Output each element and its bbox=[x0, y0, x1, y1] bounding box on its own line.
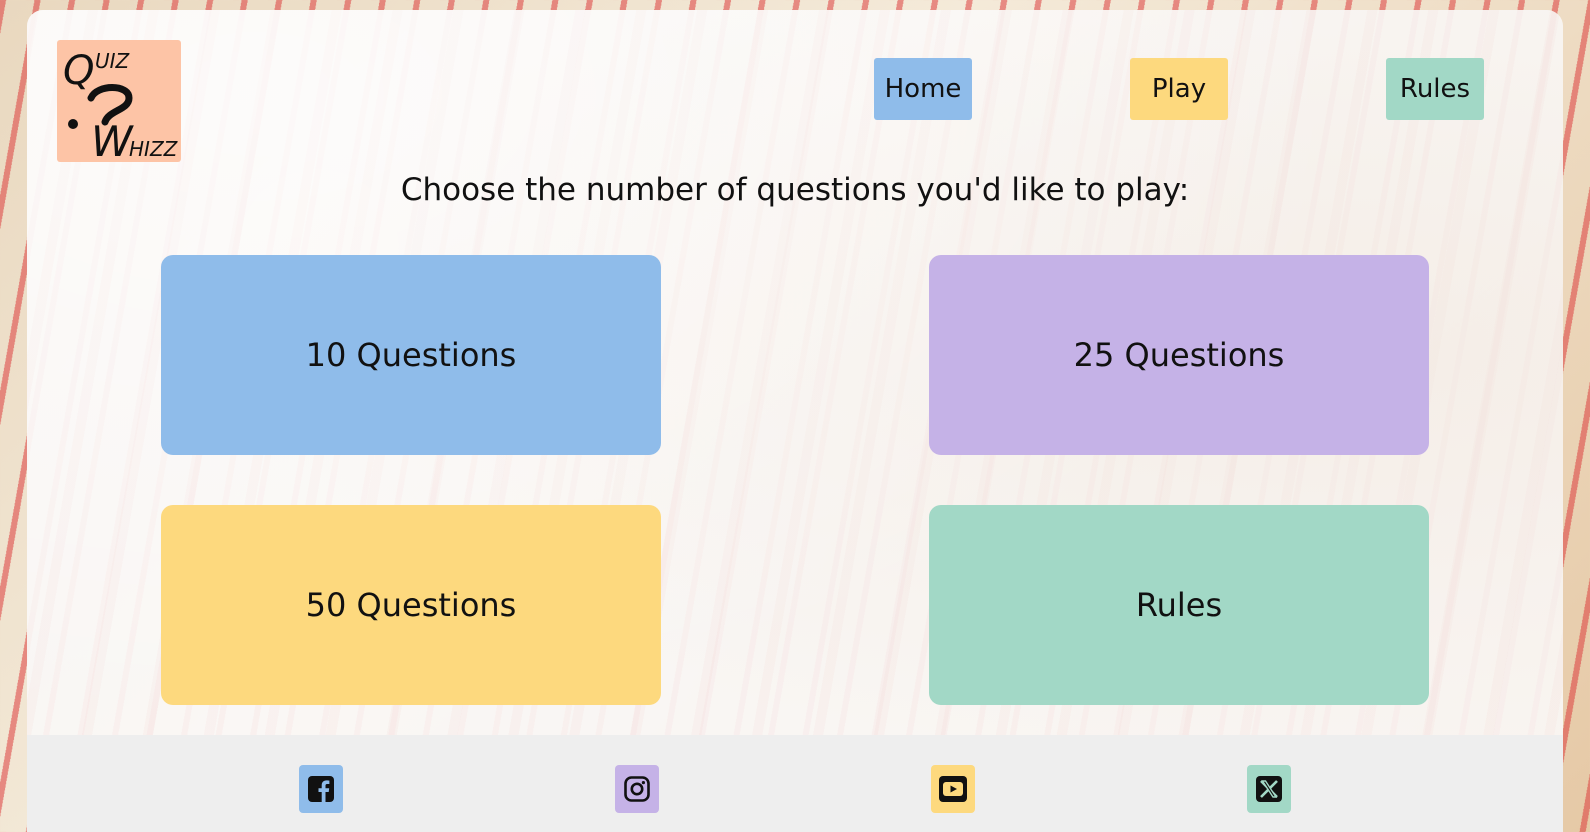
choice-25-questions-button[interactable]: 25 Questions bbox=[929, 255, 1429, 455]
svg-text:W: W bbox=[91, 117, 134, 162]
instagram-link[interactable] bbox=[615, 765, 659, 813]
choice-rules-button[interactable]: Rules bbox=[929, 505, 1429, 705]
footer bbox=[27, 735, 1563, 832]
choice-10-questions-button[interactable]: 10 Questions bbox=[161, 255, 661, 455]
nav-rules-button[interactable]: Rules bbox=[1386, 58, 1484, 120]
svg-text:HIZZ: HIZZ bbox=[129, 137, 179, 161]
instagram-icon bbox=[624, 776, 650, 802]
facebook-icon bbox=[308, 776, 334, 802]
nav-play-button[interactable]: Play bbox=[1130, 58, 1228, 120]
x-twitter-icon bbox=[1256, 776, 1282, 802]
logo-image: Q UIZ W HIZZ bbox=[63, 48, 179, 162]
choice-50-questions-button[interactable]: 50 Questions bbox=[161, 505, 661, 705]
main-card: Q UIZ W HIZZ Home Play Rules Choose the … bbox=[27, 10, 1563, 832]
svg-text:UIZ: UIZ bbox=[95, 49, 131, 73]
nav-home-button[interactable]: Home bbox=[874, 58, 972, 120]
facebook-link[interactable] bbox=[299, 765, 343, 813]
quiz-whizz-logo[interactable]: Q UIZ W HIZZ bbox=[57, 40, 181, 162]
x-twitter-link[interactable] bbox=[1247, 765, 1291, 813]
youtube-link[interactable] bbox=[931, 765, 975, 813]
svg-text:Q: Q bbox=[63, 48, 94, 94]
youtube-icon bbox=[939, 776, 967, 802]
question-count-prompt: Choose the number of questions you'd lik… bbox=[400, 172, 1190, 208]
